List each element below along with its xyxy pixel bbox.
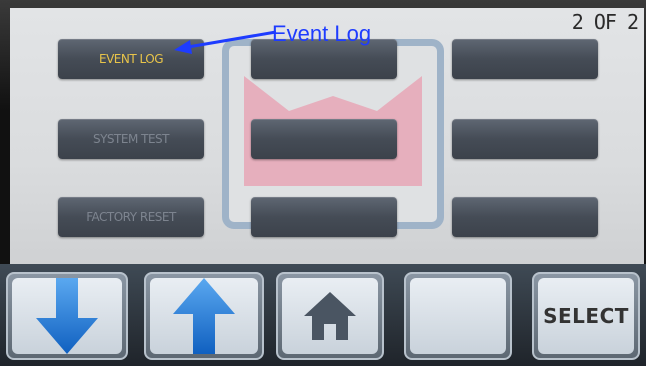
navigation-bar: SELECT bbox=[0, 264, 646, 366]
arrow-down-icon bbox=[36, 278, 98, 354]
menu-button-right-1[interactable] bbox=[452, 39, 598, 79]
blank-nav-button[interactable] bbox=[404, 272, 512, 360]
scroll-up-button[interactable] bbox=[144, 272, 264, 360]
factory-reset-button[interactable]: FACTORY RESET bbox=[58, 197, 204, 237]
page-indicator: 2 OF 2 bbox=[571, 10, 639, 34]
menu-button-middle-2[interactable] bbox=[251, 119, 397, 159]
scroll-down-button[interactable] bbox=[6, 272, 128, 360]
select-button[interactable]: SELECT bbox=[532, 272, 640, 360]
home-icon bbox=[304, 292, 356, 340]
system-test-button[interactable]: SYSTEM TEST bbox=[58, 119, 204, 159]
device-bezel: 2 OF 2 EVENT LOG SYSTEM TEST FACTORY RES… bbox=[0, 0, 646, 366]
annotation-arrow-icon bbox=[174, 30, 277, 54]
annotation-label: Event Log bbox=[272, 21, 372, 46]
menu-button-right-2[interactable] bbox=[452, 119, 598, 159]
touch-screen: 2 OF 2 EVENT LOG SYSTEM TEST FACTORY RES… bbox=[10, 8, 644, 264]
menu-button-middle-3[interactable] bbox=[251, 197, 397, 237]
menu-button-right-3[interactable] bbox=[452, 197, 598, 237]
home-button[interactable] bbox=[276, 272, 384, 360]
factory-reset-label: FACTORY RESET bbox=[86, 210, 176, 224]
system-test-label: SYSTEM TEST bbox=[92, 132, 170, 146]
select-label: SELECT bbox=[543, 304, 629, 328]
arrow-up-icon bbox=[173, 278, 235, 354]
event-log-label: EVENT LOG bbox=[99, 52, 164, 66]
